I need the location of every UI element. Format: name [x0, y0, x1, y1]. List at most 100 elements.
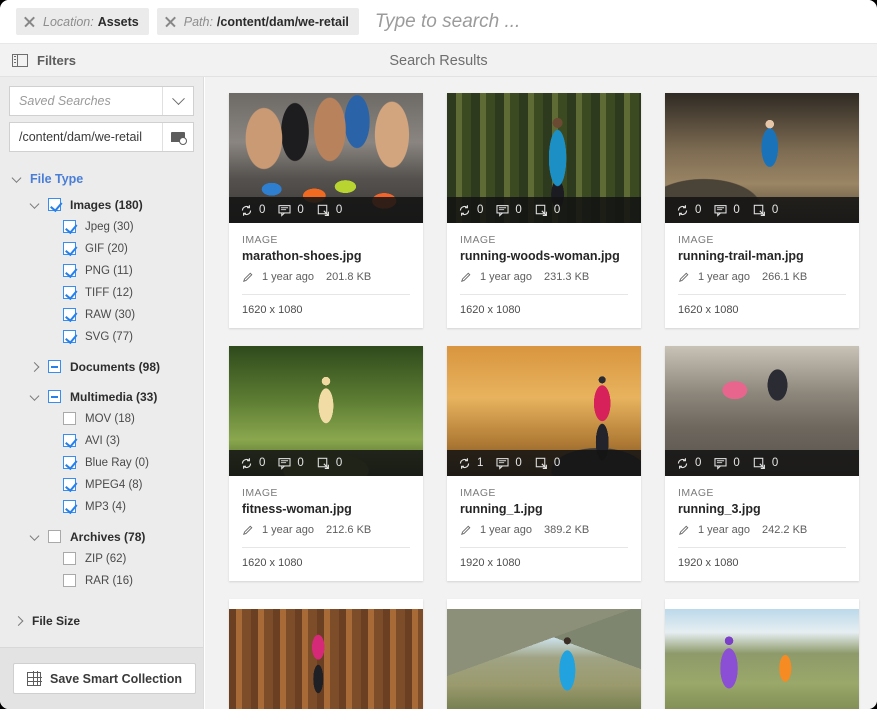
filter-chip-location[interactable]: Location: Assets	[16, 8, 149, 35]
asset-card-8[interactable]	[447, 599, 641, 709]
path-input[interactable]	[10, 123, 162, 151]
tree-item-mp3[interactable]: MP3 (4)	[0, 496, 203, 517]
search-results-grid-container[interactable]: 0 0 0 IMAGE marathon-shoes.jpg 1 year ag…	[205, 77, 877, 709]
path-browse-button[interactable]	[162, 123, 193, 151]
tree-item-png[interactable]: PNG (11)	[0, 260, 203, 281]
search-input[interactable]	[366, 10, 877, 33]
asset-details: IMAGE running-woods-woman.jpg 1 year ago…	[447, 223, 641, 328]
asset-card-4[interactable]: 0 0 0 IMAGE fitness-woman.jpg 1 year ago…	[229, 346, 423, 581]
tree-item-rar[interactable]: RAR (16)	[0, 570, 203, 591]
results-toolbar: Search Results Filters	[0, 44, 877, 77]
asset-thumbnail[interactable]	[447, 609, 641, 709]
filters-toggle-button[interactable]: Filters	[12, 44, 76, 77]
saved-searches-input[interactable]	[10, 87, 162, 115]
filter-section-file-type[interactable]: File Type	[0, 168, 203, 189]
asset-card-1[interactable]: 0 0 0 IMAGE marathon-shoes.jpg 1 year ag…	[229, 93, 423, 328]
filter-chip-path[interactable]: Path: /content/dam/we-retail	[156, 8, 359, 35]
tree-group-archives[interactable]: Archives (78)	[0, 526, 203, 547]
tree-group-multimedia[interactable]: Multimedia (33)	[0, 386, 203, 407]
tree-item-blue-ray[interactable]: Blue Ray (0)	[0, 452, 203, 473]
checkbox-mpeg4[interactable]	[63, 478, 76, 491]
tree-label: Multimedia (33)	[70, 389, 158, 404]
asset-badge-overlay: 1 0 0	[447, 450, 641, 476]
close-icon[interactable]	[164, 15, 177, 28]
asset-details: IMAGE running_1.jpg 1 year ago 389.2 KB …	[447, 476, 641, 581]
tree-group-documents[interactable]: Documents (98)	[0, 356, 203, 377]
asset-thumbnail[interactable]: 1 0 0	[447, 346, 641, 476]
asset-kind: IMAGE	[242, 234, 278, 246]
asset-thumbnail[interactable]: 0 0 0	[665, 346, 859, 476]
save-smart-collection-label: Save Smart Collection	[50, 671, 182, 686]
path-field[interactable]	[9, 122, 194, 152]
tree-label: SVG (77)	[85, 330, 133, 343]
saved-searches-dropdown-button[interactable]	[162, 87, 193, 115]
asset-size: 201.8 KB	[326, 271, 372, 283]
checkbox-mp3[interactable]	[63, 500, 76, 513]
checkbox-rar[interactable]	[63, 574, 76, 587]
asset-filename: fitness-woman.jpg	[242, 502, 352, 516]
saved-searches-field[interactable]	[9, 86, 194, 116]
asset-thumbnail[interactable]	[229, 609, 423, 709]
tree-item-raw[interactable]: RAW (30)	[0, 304, 203, 325]
checkbox-png[interactable]	[63, 264, 76, 277]
tree-item-jpeg[interactable]: Jpeg (30)	[0, 216, 203, 237]
comment-icon	[278, 204, 291, 217]
asset-card-3[interactable]: 0 0 0 IMAGE running-trail-man.jpg 1 year…	[665, 93, 859, 328]
tree-item-avi[interactable]: AVI (3)	[0, 430, 203, 451]
folder-search-icon	[170, 131, 187, 145]
tree-item-mov[interactable]: MOV (18)	[0, 408, 203, 429]
checkbox-gif[interactable]	[63, 242, 76, 255]
checkbox-archives[interactable]	[48, 530, 61, 543]
chip-label: Location:	[43, 14, 94, 29]
asset-thumbnail[interactable]: 0 0 0	[447, 93, 641, 223]
asset-card-2[interactable]: 0 0 0 IMAGE running-woods-woman.jpg 1 ye…	[447, 93, 641, 328]
asset-thumbnail[interactable]: 0 0 0	[229, 93, 423, 223]
asset-card-5[interactable]: 1 0 0 IMAGE running_1.jpg 1 year ago 389…	[447, 346, 641, 581]
tree-item-tiff[interactable]: TIFF (12)	[0, 282, 203, 303]
checkbox-blue-ray[interactable]	[63, 456, 76, 469]
asset-card-7[interactable]	[229, 599, 423, 709]
asset-filename: running_3.jpg	[678, 502, 761, 516]
checkbox-svg[interactable]	[63, 330, 76, 343]
tree-item-svg[interactable]: SVG (77)	[0, 326, 203, 347]
tree-item-gif[interactable]: GIF (20)	[0, 238, 203, 259]
version-cycle-icon	[677, 457, 688, 469]
tree-label: MOV (18)	[85, 412, 135, 425]
checkbox-tiff[interactable]	[63, 286, 76, 299]
thumbnail-image	[447, 609, 641, 709]
checkbox-jpeg[interactable]	[63, 220, 76, 233]
asset-meta: 1 year ago 212.6 KB	[242, 524, 410, 536]
tree-label: RAW (30)	[85, 308, 136, 321]
divider	[242, 547, 410, 548]
chevron-down-icon	[171, 91, 185, 105]
reference-count: 0	[753, 204, 778, 217]
asset-thumbnail[interactable]	[665, 609, 859, 709]
tree-item-zip[interactable]: ZIP (62)	[0, 548, 203, 569]
asset-thumbnail[interactable]: 0 0 0	[665, 93, 859, 223]
close-icon[interactable]	[23, 15, 36, 28]
asset-kind: IMAGE	[242, 487, 278, 499]
version-count-value: 0	[695, 204, 702, 216]
checkbox-multimedia[interactable]	[48, 390, 61, 403]
asset-thumbnail[interactable]: 0 0 0	[229, 346, 423, 476]
asset-card-9[interactable]	[665, 599, 859, 709]
pencil-icon	[243, 272, 253, 282]
filter-section-file-size[interactable]: File Size	[0, 610, 203, 631]
checkbox-mov[interactable]	[63, 412, 76, 425]
version-count-value: 0	[477, 204, 484, 216]
checkbox-zip[interactable]	[63, 552, 76, 565]
checkbox-raw[interactable]	[63, 308, 76, 321]
file-type-filter-tree: File Type Images (180) Jpeg (30) GIF (20…	[0, 158, 203, 647]
pencil-icon	[461, 525, 471, 535]
checkbox-images[interactable]	[48, 198, 61, 211]
tree-group-images[interactable]: Images (180)	[0, 194, 203, 215]
save-smart-collection-button[interactable]: Save Smart Collection	[13, 663, 196, 694]
checkbox-avi[interactable]	[63, 434, 76, 447]
asset-card-6[interactable]: 0 0 0 IMAGE running_3.jpg 1 year ago 242…	[665, 346, 859, 581]
checkbox-documents[interactable]	[48, 360, 61, 373]
asset-kind: IMAGE	[460, 487, 496, 499]
tree-item-mpeg4[interactable]: MPEG4 (8)	[0, 474, 203, 495]
tree-label: Images (180)	[70, 197, 143, 212]
reference-link-icon	[535, 457, 547, 469]
comment-icon	[714, 204, 727, 217]
